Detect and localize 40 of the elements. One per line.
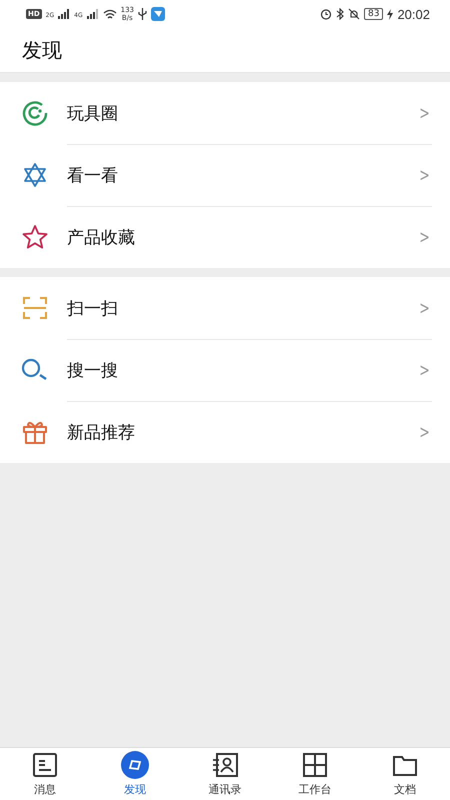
alarm-icon — [320, 8, 332, 20]
tab[interactable]: 发现 — [90, 748, 180, 800]
compass-icon — [121, 751, 149, 779]
menu-item[interactable]: 扫一扫 > — [0, 277, 450, 339]
menu-item[interactable]: 搜一搜 > — [0, 339, 450, 401]
wifi-icon — [102, 8, 117, 20]
tab[interactable]: 工作台 — [270, 748, 360, 800]
scan-icon — [22, 296, 48, 320]
document-icon — [33, 753, 57, 777]
chevron-icon: > — [419, 298, 430, 318]
folder-icon — [393, 753, 417, 777]
tab[interactable]: 通讯录 — [180, 748, 270, 800]
menu-item[interactable]: 产品收藏 > — [0, 206, 450, 268]
hexagram-icon — [22, 162, 48, 188]
signal-icon — [86, 9, 99, 19]
search-icon — [20, 358, 48, 382]
tab[interactable]: 消息 — [0, 748, 90, 800]
mute-icon — [348, 8, 360, 20]
chevron-icon: > — [419, 165, 430, 186]
usb-icon — [138, 8, 147, 20]
grid-icon — [303, 753, 327, 777]
chevron-icon: > — [419, 360, 430, 381]
page-title: 发现 — [22, 36, 62, 64]
contact-book-icon — [212, 753, 238, 777]
chevron-icon: > — [419, 422, 430, 443]
chevron-icon: > — [419, 102, 430, 124]
menu-item[interactable]: 玩具圈 > — [0, 82, 450, 144]
refresh-circle-icon — [22, 100, 48, 126]
bluetooth-icon — [336, 8, 344, 20]
menu-item[interactable]: 新品推荐 > — [0, 401, 450, 463]
app-notification-icon — [150, 7, 165, 21]
signal-icon — [58, 9, 70, 19]
tab[interactable]: 文档 — [360, 748, 450, 800]
star-icon — [20, 224, 48, 250]
gift-icon — [20, 419, 48, 445]
menu-item[interactable]: 看一看 > — [0, 144, 450, 206]
clock-time: 20:02 — [397, 6, 430, 22]
chevron-icon: > — [419, 227, 430, 248]
battery-level: 83 — [364, 8, 384, 20]
charging-icon — [387, 8, 394, 20]
